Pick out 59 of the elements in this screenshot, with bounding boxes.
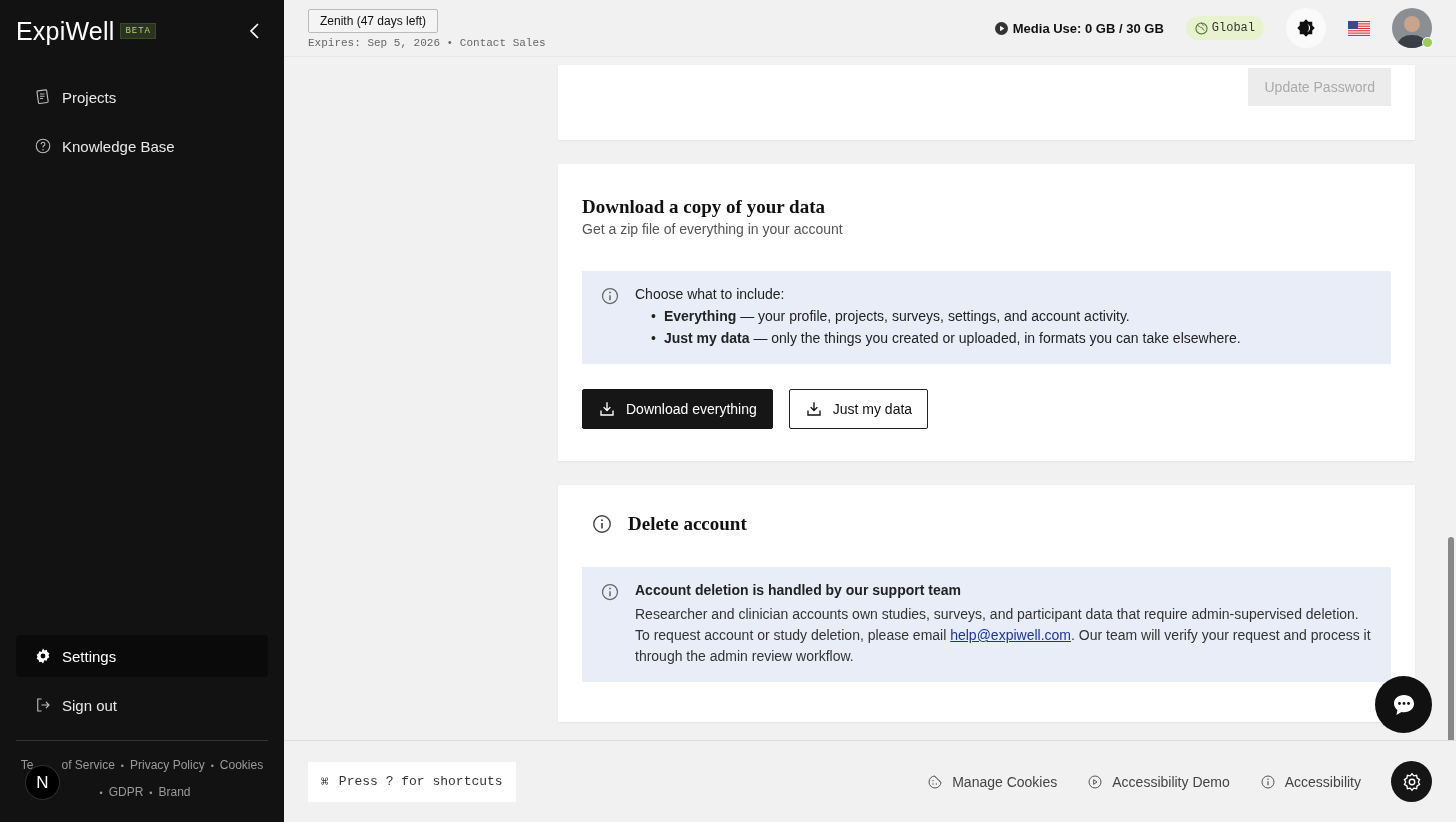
online-dot [1422, 37, 1433, 48]
sidebar-item[interactable]: Settings [16, 635, 268, 677]
help-icon [34, 137, 52, 155]
theme-icon [1296, 18, 1316, 38]
sidebar-item[interactable]: Sign out [16, 684, 268, 726]
play-icon [994, 21, 1008, 35]
document-icon [34, 88, 52, 106]
info-icon [600, 286, 620, 306]
separator: • [210, 761, 214, 771]
footer-link[interactable]: Cookies [219, 758, 264, 772]
section-title: Delete account [628, 513, 747, 535]
footer-link[interactable]: Manage Cookies [927, 773, 1058, 790]
shortcut-text: Press ? for shortcuts [338, 774, 503, 789]
section-subtitle: Get a zip file of everything in your account [582, 221, 844, 237]
beta-badge: BETA [120, 23, 156, 39]
email-link[interactable]: help@expiwell.com [950, 627, 1071, 643]
bullet: • [651, 307, 656, 326]
sign-out-icon [34, 696, 52, 714]
option-description: Everything — your profile, projects, surveys, settings, and account activity. [663, 307, 1130, 326]
info-icon [591, 513, 613, 535]
section-title: Download a copy of your data [582, 196, 826, 218]
info-icon [600, 582, 620, 602]
settings-icon [34, 647, 52, 665]
avatar[interactable] [1392, 8, 1432, 48]
download-icon [804, 400, 823, 418]
sidebar-item[interactable]: Knowledge Base [16, 125, 268, 167]
bullet: • [651, 329, 656, 348]
command-key: ⌘ [321, 773, 329, 790]
notice-text: Researcher and clinician accounts own studies, surveys, and participant data that require admin-supervised deletion. To request account or study deletion, please email help@expiwell.com. Our team will verify your request and process it through the admin review workflow. [635, 605, 1372, 666]
sidebar-item[interactable]: Projects [16, 76, 268, 118]
separator: • [149, 788, 153, 798]
expiry-text: Expires: Sep 5, 2026 • Contact Sales [308, 37, 546, 49]
download-button[interactable]: Just my data [788, 389, 929, 429]
download-icon [598, 400, 616, 418]
footer-link[interactable]: Privacy Policy [130, 758, 205, 772]
footer-link[interactable]: Brand [158, 785, 191, 799]
option-description: Just my data — only the things you created or uploaded, in formats you can take elsewhere. [663, 329, 1241, 348]
separator: • [99, 788, 103, 798]
footer-link[interactable]: Accessibility [1259, 773, 1361, 790]
media-usage: Media Use: 0 GB / 30 GB [1012, 20, 1164, 36]
cookie-icon [927, 773, 944, 790]
logo: ExpiWell [16, 16, 115, 46]
footer-link[interactable]: Accessibility Demo [1087, 773, 1230, 790]
flag-icon[interactable] [1348, 20, 1370, 36]
collapse-icon[interactable] [248, 22, 262, 40]
download-button[interactable]: Download everything [582, 389, 773, 429]
info-icon [1259, 773, 1276, 790]
scrollbar[interactable] [1448, 537, 1454, 740]
chat-button[interactable] [1375, 676, 1432, 733]
footer-link[interactable]: GDPR [108, 785, 144, 799]
settings-button[interactable] [1391, 761, 1432, 802]
region-badge[interactable]: Global [1185, 16, 1264, 40]
footer-link[interactable]: of Service [61, 758, 115, 772]
info-text: Choose what to include: [635, 286, 786, 302]
notice-title: Account deletion is handled by our support team [635, 582, 962, 598]
theme-toggle[interactable] [1286, 8, 1326, 48]
separator: • [120, 761, 124, 771]
plan-button[interactable]: Zenith (47 days left) [308, 9, 439, 33]
play-icon [1087, 773, 1104, 790]
